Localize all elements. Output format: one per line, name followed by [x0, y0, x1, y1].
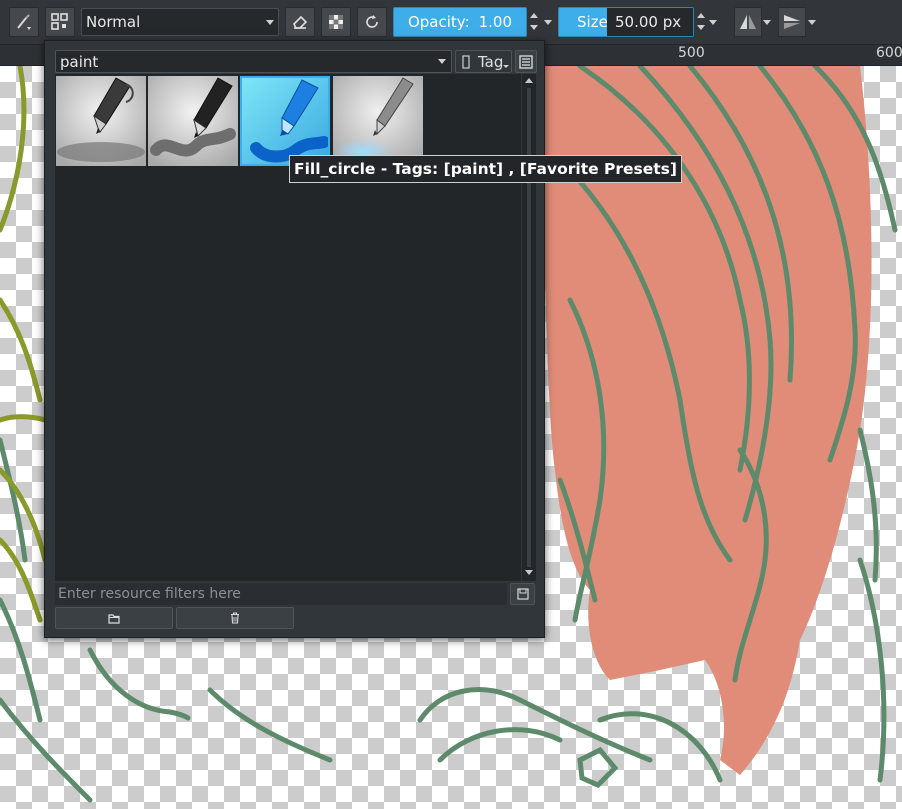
- arrow-down-icon: [530, 25, 538, 30]
- size-value: 50.00 px: [615, 13, 682, 31]
- tag-filter-select[interactable]: paint: [55, 50, 452, 73]
- tag-icon: [462, 54, 470, 69]
- preset-fill-circle[interactable]: [240, 76, 330, 166]
- opacity-label: Opacity:: [407, 13, 470, 31]
- mirror-horizontal-chevron-icon[interactable]: [763, 20, 771, 25]
- view-mode-button[interactable]: [515, 50, 537, 73]
- preset-marker-pen[interactable]: [148, 76, 238, 166]
- opacity-menu-chevron-icon[interactable]: [544, 20, 552, 25]
- marker-pen-icon: [148, 76, 238, 166]
- preset-ink-pen[interactable]: [56, 76, 146, 166]
- brush-preset-popup: paint Tag Enter resource filters here: [44, 40, 545, 638]
- save-filter-button[interactable]: [510, 583, 535, 605]
- preset-tooltip-text: Fill_circle - Tags: [paint] , [Favorite …: [294, 160, 677, 178]
- ink-pen-icon: [56, 76, 146, 166]
- mirror-vertical-button[interactable]: [778, 7, 806, 37]
- arrow-up-icon: [697, 13, 705, 18]
- scroll-down-icon[interactable]: [525, 570, 533, 575]
- reload-icon: [366, 15, 378, 28]
- reload-preset-button[interactable]: [357, 7, 387, 37]
- resource-filter-input[interactable]: Enter resource filters here: [55, 583, 507, 605]
- trash-icon: [231, 612, 239, 624]
- chevron-down-icon: [266, 20, 274, 25]
- mirror-horizontal-button[interactable]: [734, 7, 762, 37]
- import-resource-button[interactable]: [55, 607, 173, 629]
- list-view-icon: [519, 54, 533, 69]
- airbrush-pen-icon: [333, 76, 423, 166]
- preset-tooltip: Fill_circle - Tags: [paint] , [Favorite …: [289, 155, 682, 183]
- brush-settings-grid-icon: [51, 13, 68, 30]
- tag-filter-value: paint: [60, 52, 99, 71]
- blend-mode-select[interactable]: Normal: [81, 8, 279, 36]
- brush-icon: [17, 14, 31, 30]
- arrow-up-icon: [530, 13, 538, 18]
- brush-preset-chooser-button[interactable]: [9, 7, 39, 37]
- mirror-vertical-chevron-icon[interactable]: [808, 20, 816, 25]
- preset-airbrush-pen[interactable]: [333, 76, 423, 166]
- opacity-value: 1.00: [478, 13, 513, 31]
- resource-filter-placeholder: Enter resource filters here: [58, 586, 241, 602]
- ruler-label-500: 500: [678, 45, 705, 61]
- brush-editor-button[interactable]: [45, 7, 75, 37]
- chevron-down-icon: [438, 59, 446, 64]
- brush-toolbar: Normal Opacity: 1.00 Size: 50.00 px: [0, 0, 902, 45]
- size-menu-chevron-icon[interactable]: [709, 20, 717, 25]
- delete-resource-button[interactable]: [176, 607, 294, 629]
- tag-button[interactable]: Tag: [455, 50, 512, 73]
- mirror-horizontal-icon: [740, 15, 756, 29]
- arrow-down-icon: [697, 25, 705, 30]
- save-icon: [516, 588, 529, 600]
- eraser-mode-button[interactable]: [285, 7, 315, 37]
- preserve-alpha-button[interactable]: [321, 7, 351, 37]
- eraser-icon: [293, 15, 308, 29]
- opacity-slider[interactable]: Opacity: 1.00: [393, 7, 527, 37]
- opacity-spinbox-arrows[interactable]: [527, 7, 541, 37]
- checkerboard-icon: [329, 15, 343, 29]
- folder-icon: [108, 613, 120, 624]
- fill-circle-brush-icon: [242, 78, 328, 164]
- mirror-vertical-icon: [784, 15, 800, 29]
- preset-grid: [55, 74, 521, 581]
- size-spinbox-arrows[interactable]: [694, 7, 708, 37]
- chevron-down-icon: [503, 65, 509, 68]
- blend-mode-value: Normal: [86, 13, 141, 31]
- tag-button-label: Tag: [478, 52, 504, 71]
- size-value-field[interactable]: 50.00 px: [607, 8, 693, 36]
- ruler-label-600: 600: [876, 45, 902, 61]
- scroll-up-icon[interactable]: [525, 78, 533, 83]
- preset-grid-scrollbar[interactable]: [522, 74, 536, 581]
